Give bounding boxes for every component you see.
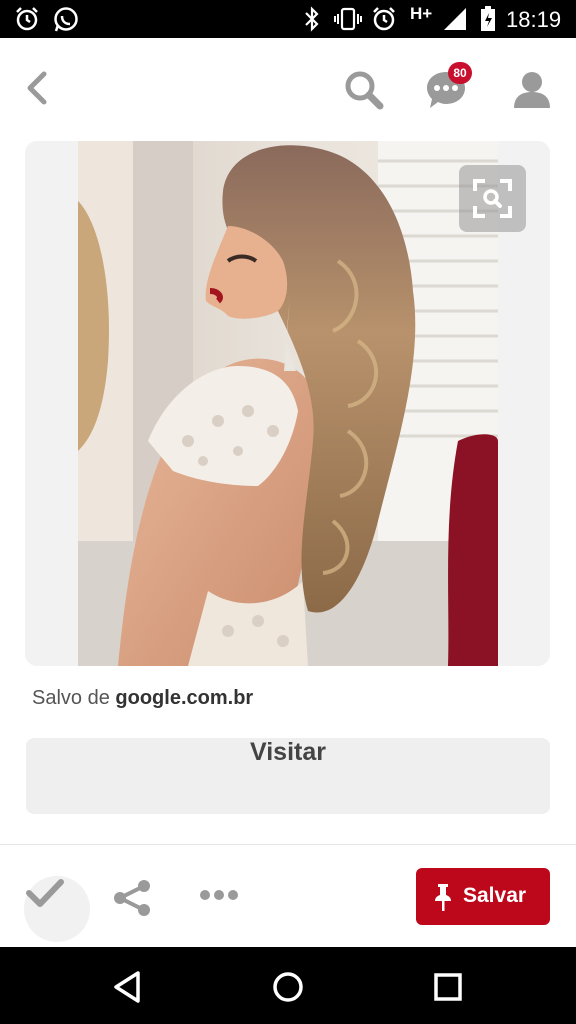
action-bar: Salvar <box>0 846 576 946</box>
bluetooth-icon <box>302 6 322 37</box>
visit-button[interactable]: Visitar <box>26 738 550 814</box>
share-icon[interactable] <box>110 878 154 923</box>
save-button[interactable]: Salvar <box>416 868 550 925</box>
network-type: H+ <box>410 4 433 23</box>
more-dots-icon[interactable] <box>198 888 240 907</box>
back-button[interactable] <box>18 68 54 108</box>
source-domain-link[interactable]: google.com.br <box>115 687 253 709</box>
battery-icon <box>480 6 496 37</box>
search-button[interactable] <box>340 66 388 114</box>
nav-home-button[interactable] <box>268 967 308 1007</box>
chevron-left-icon <box>27 71 47 105</box>
nav-back-button[interactable] <box>108 967 148 1007</box>
visual-search-button[interactable] <box>459 165 526 232</box>
status-bar: H+ 18:19 <box>0 0 576 38</box>
signal-icon <box>442 6 468 37</box>
clock: 18:19 <box>506 7 562 32</box>
search-icon <box>345 71 384 110</box>
pin-icon <box>432 882 454 917</box>
profile-button[interactable] <box>508 66 556 114</box>
person-icon <box>514 72 550 108</box>
app-header: 80 <box>0 38 576 138</box>
vibrate-icon <box>333 6 363 37</box>
alarm-icon <box>371 6 397 37</box>
saved-from: Salvo de google.com.br <box>32 687 253 710</box>
save-button-label: Salvar <box>463 884 527 907</box>
triangle-back-icon <box>114 971 140 1003</box>
whatsapp-icon <box>52 6 80 39</box>
saved-from-prefix: Salvo de <box>32 687 110 709</box>
notification-count-badge: 80 <box>448 62 472 84</box>
check-icon <box>26 878 64 913</box>
alarm-icon <box>14 6 40 37</box>
visual-search-icon <box>473 179 512 218</box>
circle-home-icon <box>273 972 303 1002</box>
divider <box>0 844 576 845</box>
pin-image[interactable] <box>78 141 498 666</box>
square-recents-icon <box>434 973 462 1001</box>
navigation-bar <box>0 947 576 1024</box>
nav-recents-button[interactable] <box>428 967 468 1007</box>
